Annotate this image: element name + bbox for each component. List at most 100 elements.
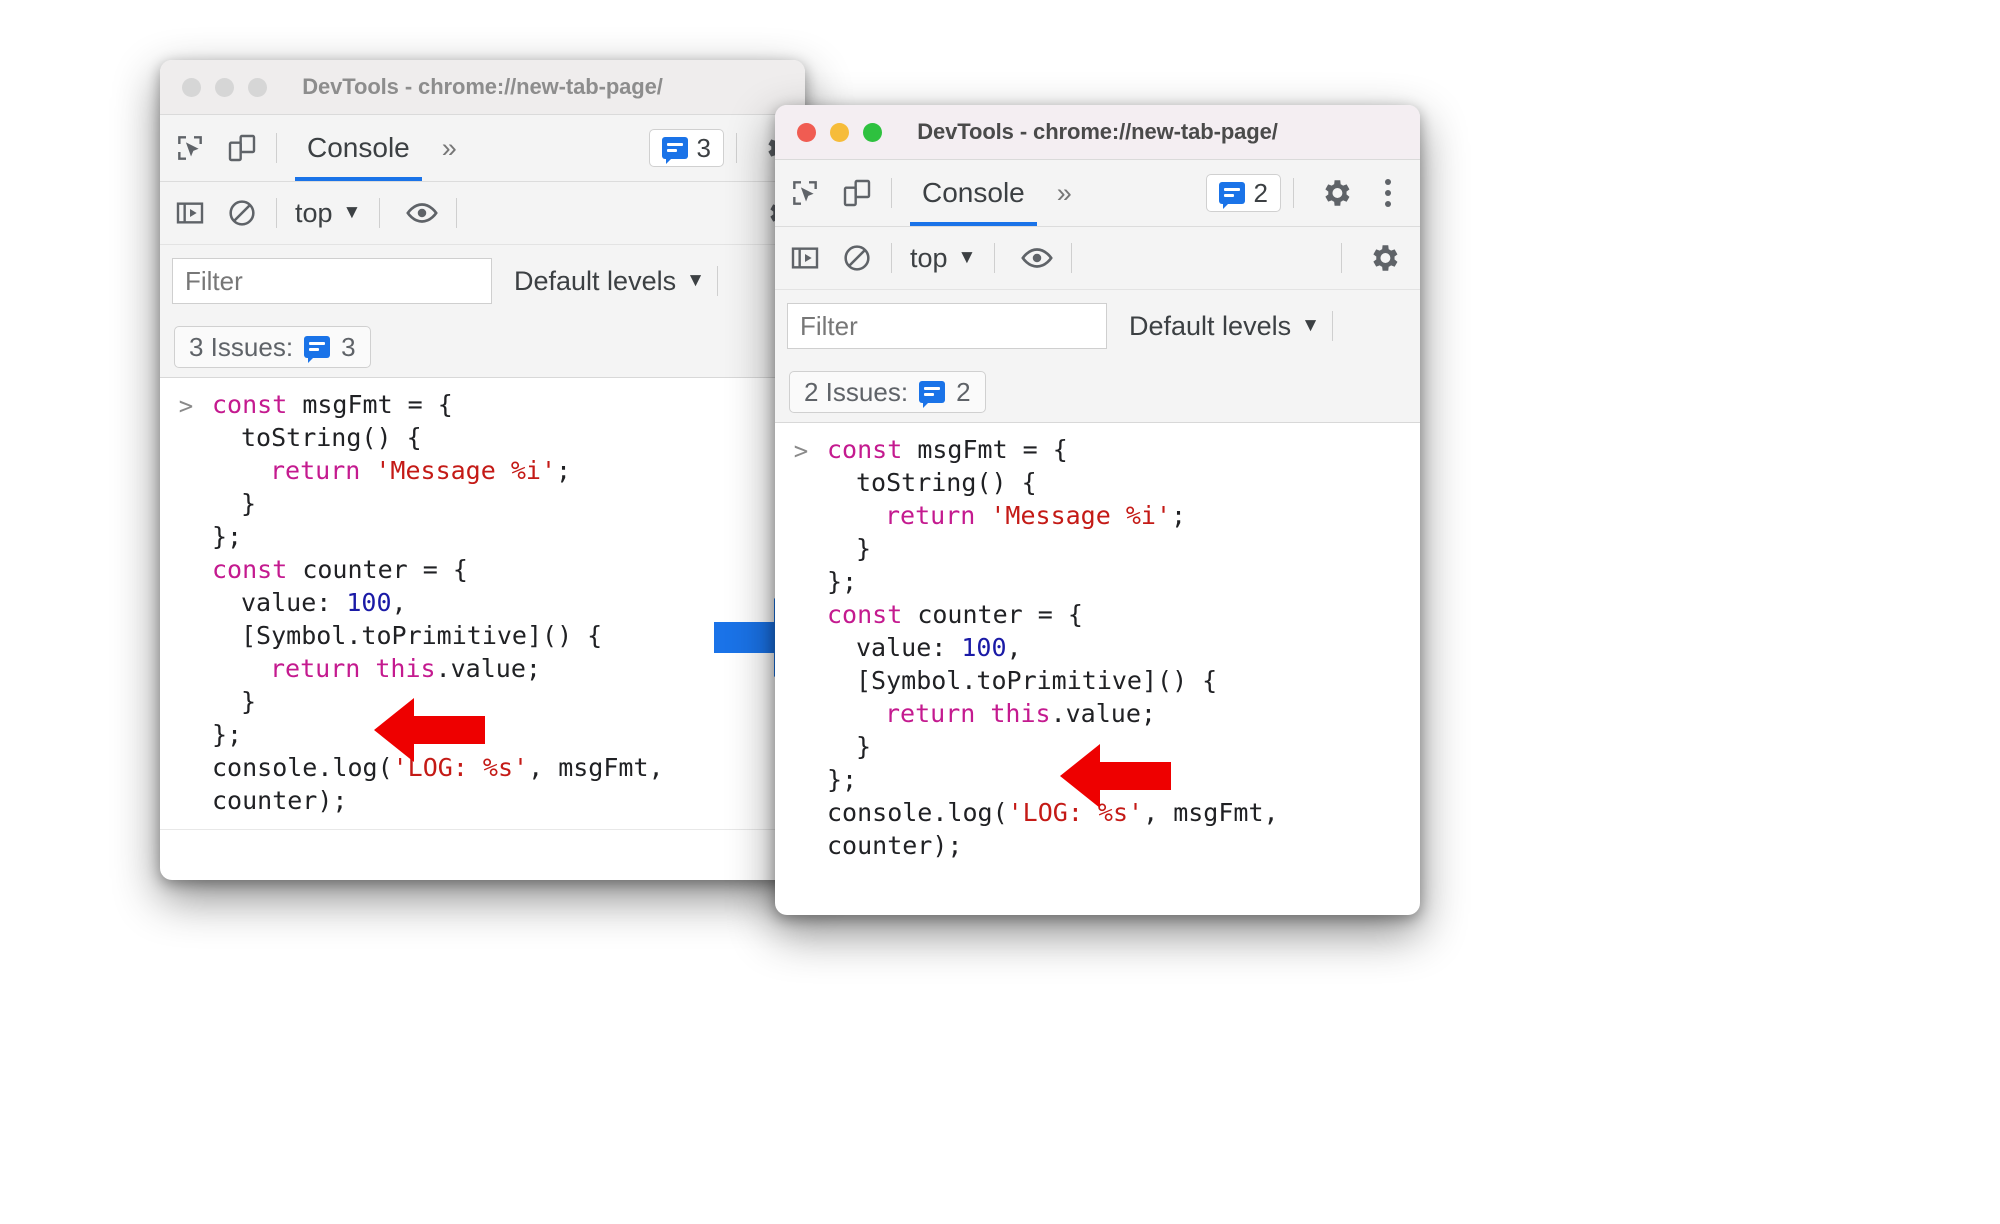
divider	[1331, 311, 1333, 341]
log-levels-label: Default levels	[514, 265, 677, 296]
more-tabs-icon[interactable]: »	[1043, 178, 1084, 209]
code-token: }	[241, 687, 257, 716]
code-token: [Symbol.toPrimitive]() {	[856, 666, 1218, 695]
divider	[379, 198, 381, 228]
clear-console-icon[interactable]	[220, 191, 264, 235]
gear-icon[interactable]	[1314, 171, 1358, 215]
code-token: toString() {	[856, 468, 1037, 497]
code-token: ,	[391, 588, 407, 617]
titlebar-after: DevTools - chrome://new-tab-page/	[775, 105, 1420, 160]
divider	[276, 198, 277, 228]
issues-label: 3 Issues:	[189, 331, 294, 362]
inspect-element-icon[interactable]	[168, 126, 212, 170]
code-token: };	[827, 567, 858, 596]
issues-summary-button[interactable]: 2 Issues: 2	[789, 371, 986, 413]
close-button[interactable]	[797, 122, 816, 142]
code-token: console.log(	[212, 753, 393, 782]
code-token: 'Message %i'	[375, 456, 556, 485]
live-expression-icon[interactable]	[1015, 236, 1059, 280]
divider	[716, 266, 718, 296]
minimize-button[interactable]	[830, 122, 849, 142]
issues-counter-button[interactable]: 2	[1205, 174, 1281, 212]
chevron-down-icon: ▼	[957, 247, 977, 268]
issues-counter-button[interactable]: 3	[648, 129, 724, 167]
log-levels-selector[interactable]: Default levels ▼	[514, 266, 705, 297]
issues-summary-button[interactable]: 3 Issues: 3	[174, 326, 371, 368]
issues-count: 2	[956, 376, 971, 407]
filter-row-before: Filter Default levels ▼	[160, 245, 805, 317]
code-token: };	[827, 765, 858, 794]
minimize-button[interactable]	[215, 77, 234, 97]
code-token: ;	[556, 456, 572, 485]
close-button[interactable]	[182, 77, 201, 97]
traffic-lights-after[interactable]	[775, 122, 882, 142]
tab-label: Console	[922, 177, 1025, 208]
code-line: };	[827, 763, 1279, 796]
callout-arrow-front	[1060, 744, 1171, 808]
maximize-button[interactable]	[248, 77, 267, 97]
code-token: };	[212, 522, 243, 551]
device-toolbar-icon[interactable]	[835, 171, 879, 215]
issues-count: 3	[696, 132, 711, 163]
code-token: 100	[346, 588, 392, 617]
code-token: return this	[885, 699, 1051, 728]
titlebar-before: DevTools - chrome://new-tab-page/	[160, 60, 805, 115]
tab-strip-after: Console » 2	[775, 160, 1420, 227]
execution-context-selector[interactable]: top ▼	[289, 198, 367, 229]
command-code: const msgFmt = { toString() {return 'Mess…	[827, 433, 1279, 862]
issues-count: 2	[1253, 177, 1268, 208]
code-token: return	[270, 456, 361, 485]
code-token: ;	[1171, 501, 1187, 530]
code-token: msgFmt = {	[902, 435, 1068, 464]
tab-console[interactable]: Console	[289, 115, 428, 181]
code-token: };	[212, 720, 243, 749]
code-token: const	[827, 600, 903, 629]
code-line: }	[827, 730, 1279, 763]
code-token: const	[212, 390, 288, 419]
log-levels-selector[interactable]: Default levels ▼	[1129, 311, 1320, 342]
code-line: return 'Message %i';	[212, 454, 664, 487]
traffic-lights-before[interactable]	[160, 77, 267, 97]
gear-icon[interactable]	[1362, 236, 1406, 280]
code-token: return this	[270, 654, 436, 683]
filter-input[interactable]: Filter	[787, 303, 1107, 349]
code-line: const counter = {	[827, 598, 1279, 631]
tab-console[interactable]: Console	[904, 160, 1043, 226]
chevron-down-icon: ▼	[1301, 315, 1320, 336]
clear-console-icon[interactable]	[835, 236, 879, 280]
code-line: return 'Message %i';	[827, 499, 1279, 532]
execution-context-selector[interactable]: top ▼	[904, 243, 982, 274]
inspect-element-icon[interactable]	[783, 171, 827, 215]
issues-count: 3	[341, 331, 356, 362]
more-tabs-icon[interactable]: »	[428, 133, 469, 164]
divider	[736, 133, 737, 163]
device-toolbar-icon[interactable]	[220, 126, 264, 170]
maximize-button[interactable]	[863, 122, 882, 142]
command-prompt-icon: >	[793, 437, 809, 465]
divider	[276, 133, 277, 163]
code-token: const	[827, 435, 903, 464]
code-line: return this.value;	[827, 697, 1279, 730]
code-token: counter);	[212, 786, 348, 815]
execution-context-label: top	[910, 242, 948, 273]
console-sidebar-icon[interactable]	[783, 236, 827, 280]
code-token: value:	[856, 633, 962, 662]
kebab-menu-icon[interactable]	[1366, 171, 1410, 215]
console-toolbar-after: top ▼	[775, 227, 1420, 290]
divider	[1071, 243, 1073, 273]
code-line: console.log('LOG: %s', msgFmt,	[827, 796, 1279, 829]
filter-input[interactable]: Filter	[172, 258, 492, 304]
code-line: }	[827, 532, 1279, 565]
code-line: counter);	[827, 829, 1279, 862]
code-line: toString() {	[212, 421, 664, 454]
console-result-row[interactable]: LOG: Object VM93:12 {value: 100, Symbol(…	[160, 829, 805, 830]
code-token: const	[212, 555, 288, 584]
divider	[994, 243, 996, 273]
live-expression-icon[interactable]	[400, 191, 444, 235]
code-token: .value;	[435, 654, 541, 683]
filter-row-after: Filter Default levels ▼	[775, 290, 1420, 362]
console-sidebar-icon[interactable]	[168, 191, 212, 235]
code-token: counter = {	[287, 555, 468, 584]
